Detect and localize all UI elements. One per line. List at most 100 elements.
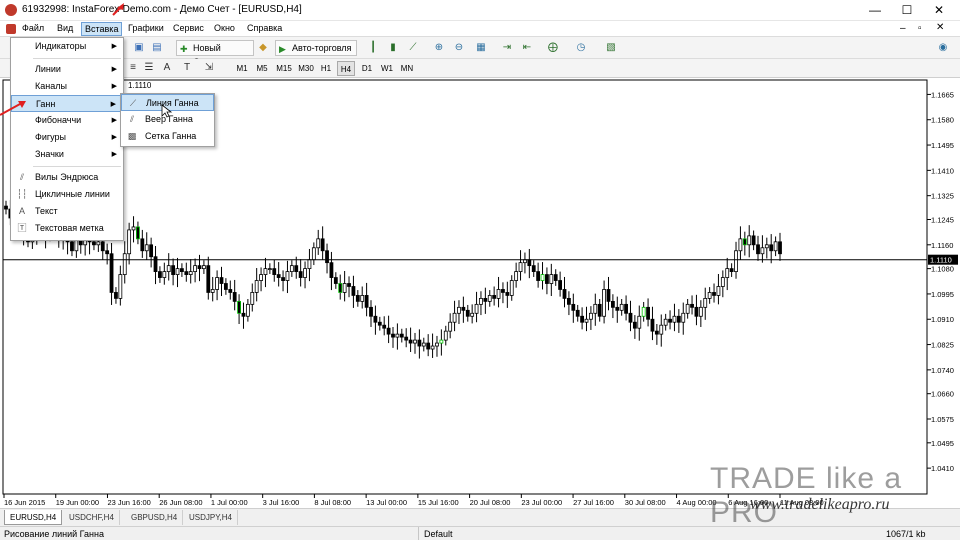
price-axis-label: 1.0575 (931, 415, 954, 424)
candle-down (338, 283, 343, 293)
menu-item-andrews-pitchfork[interactable]: ⫽ Вилы Эндрюса (11, 169, 123, 186)
templates-icon[interactable]: ▧ (604, 41, 618, 55)
indicators-icon[interactable]: ⨁ (546, 41, 560, 55)
menu-item-text-label[interactable]: 🅃 Текстовая метка (11, 220, 123, 237)
standard-toolbar: ▣ ▤ ✚ Новый Ордер ◆ ▶ Авто-торговля ┃ ▮ … (0, 37, 960, 93)
date-axis-label: 15 Jul 16:00 (418, 498, 459, 507)
text-tool-icon[interactable]: A (160, 61, 174, 75)
market-watch-icon[interactable]: ▣ (132, 41, 146, 55)
submenu-arrow-icon: ▶ (110, 101, 116, 108)
candle-up (311, 247, 316, 261)
candle-down (690, 303, 694, 308)
menu-item-channels[interactable]: Каналы ▶ (11, 78, 123, 95)
window-title: 61932998: InstaForex-Demo.com - Демо Сче… (22, 4, 302, 15)
meta-editor-icon[interactable]: ◆ (256, 41, 270, 55)
timeframe-h4[interactable]: H4 (337, 61, 355, 76)
zoom-out-icon[interactable]: ⊖ (452, 41, 466, 55)
timeframe-m15[interactable]: M15 (274, 61, 294, 76)
tile-windows-icon[interactable]: ▦ (474, 41, 488, 55)
menu-window[interactable]: Окно (214, 23, 235, 33)
autotrading-button[interactable]: ▶ Авто-торговля (275, 40, 357, 56)
candle-up (734, 250, 738, 272)
menu-item-gann-line[interactable]: ⟋ Линия Ганна (121, 94, 214, 111)
periods-icon[interactable]: ◷ (574, 41, 588, 55)
fibo-tool-icon[interactable]: ☰ (142, 61, 156, 75)
maximize-button[interactable]: ☐ (892, 0, 922, 20)
community-icon[interactable]: ◉ (936, 41, 950, 55)
timeframe-m1[interactable]: M1 (233, 61, 251, 76)
menu-item-arrows[interactable]: Значки ▶ (11, 146, 123, 163)
candle-down (558, 280, 563, 290)
timeframe-h1[interactable]: H1 (317, 61, 335, 76)
timeframe-mn[interactable]: MN (398, 61, 416, 76)
candle-down (769, 244, 774, 252)
app-icon (5, 4, 17, 16)
chart-tabs: EURUSD,H4 USDCHF,H4 GBPUSD,H4 USDJPY,H4 (0, 508, 960, 526)
candle-down (567, 297, 571, 305)
menu-charts[interactable]: Графики (128, 23, 164, 33)
menu-insert[interactable]: Вставка (81, 22, 123, 36)
pitchfork-icon: ⫽ (19, 172, 24, 182)
close-button[interactable]: ✕ (924, 0, 954, 20)
candle-up (663, 318, 668, 326)
mdi-minimize-icon[interactable]: – (900, 23, 906, 34)
line-chart-icon[interactable]: ⟋ (406, 41, 420, 55)
candle-up (725, 268, 730, 278)
timeframe-d1[interactable]: D1 (358, 61, 376, 76)
candle-up (430, 345, 435, 350)
menu-item-gann-fan[interactable]: ⫽ Веер Ганна (121, 111, 214, 128)
horizontal-line-icon[interactable]: ≡ (126, 61, 140, 75)
label-tool-icon[interactable]: T (180, 61, 194, 75)
menu-item-indicators[interactable]: Индикаторы ▶ (11, 38, 123, 55)
candle-up (619, 303, 624, 311)
candle-down (377, 321, 382, 326)
tab-usdjpy-h4[interactable]: USDJPY,H4 (184, 510, 238, 525)
menu-item-label: Линии (35, 64, 61, 74)
current-price-label: 1.1110 (930, 256, 952, 265)
timeframe-m30[interactable]: M30 (296, 61, 316, 76)
data-window-icon[interactable]: ▤ (150, 41, 164, 55)
tab-gbpusd-h4[interactable]: GBPUSD,H4 (126, 510, 184, 525)
menu-tools[interactable]: Сервис (173, 23, 204, 33)
timeframe-m5[interactable]: M5 (253, 61, 271, 76)
candle-up (540, 274, 545, 281)
date-axis-label: 26 Jun 08:00 (159, 498, 202, 507)
menu-item-label: Ганн (36, 99, 56, 109)
menu-item-fibonacci[interactable]: Фибоначчи ▶ (11, 112, 123, 129)
candle-up (413, 339, 417, 344)
candle-up (259, 274, 263, 281)
date-axis-label: 23 Jul 00:00 (521, 498, 562, 507)
zoom-in-icon[interactable]: ⊕ (432, 41, 446, 55)
menu-item-gann[interactable]: Ганн ▶ (11, 95, 123, 112)
menu-item-shapes[interactable]: Фигуры ▶ (11, 129, 123, 146)
candle-down (597, 303, 602, 317)
chart-shift-icon[interactable]: ⇥ (500, 41, 514, 55)
gann-fan-icon: ⫽ (129, 114, 134, 124)
timeframe-w1[interactable]: W1 (378, 61, 396, 76)
menu-help[interactable]: Справка (247, 23, 282, 33)
menu-item-text[interactable]: A Текст (11, 203, 123, 220)
candle-down (158, 271, 162, 278)
menu-item-lines[interactable]: Линии ▶ (11, 61, 123, 78)
autoscroll-icon[interactable]: ⇤ (520, 41, 534, 55)
candlestick-icon[interactable]: ▮ (386, 41, 400, 55)
candle-down (399, 333, 404, 338)
candle-down (483, 297, 488, 302)
new-order-button[interactable]: ✚ Новый Ордер (176, 40, 254, 67)
candle-down (184, 271, 189, 275)
menu-view[interactable]: Вид (57, 23, 73, 33)
menu-item-gann-grid[interactable]: ▩ Сетка Ганна (121, 128, 214, 145)
menu-item-cycle-lines[interactable]: ┆┆ Цикличные линии (11, 186, 123, 203)
mdi-restore-icon[interactable]: ▫ (918, 23, 922, 34)
mdi-close-icon[interactable]: ✕ (936, 22, 944, 33)
date-axis-label: 27 Jul 16:00 (573, 498, 614, 507)
candle-down (355, 295, 360, 302)
text-icon: A (18, 206, 25, 216)
tab-usdchf-h4[interactable]: USDCHF,H4 (64, 510, 120, 525)
minimize-button[interactable]: — (860, 0, 890, 20)
menu-file[interactable]: Файл (22, 23, 44, 33)
candle-down (219, 277, 224, 284)
arrows-tool-icon[interactable]: ⇲ (202, 61, 216, 75)
tab-eurusd-h4[interactable]: EURUSD,H4 (4, 510, 63, 525)
bar-chart-icon[interactable]: ┃ (366, 41, 380, 55)
